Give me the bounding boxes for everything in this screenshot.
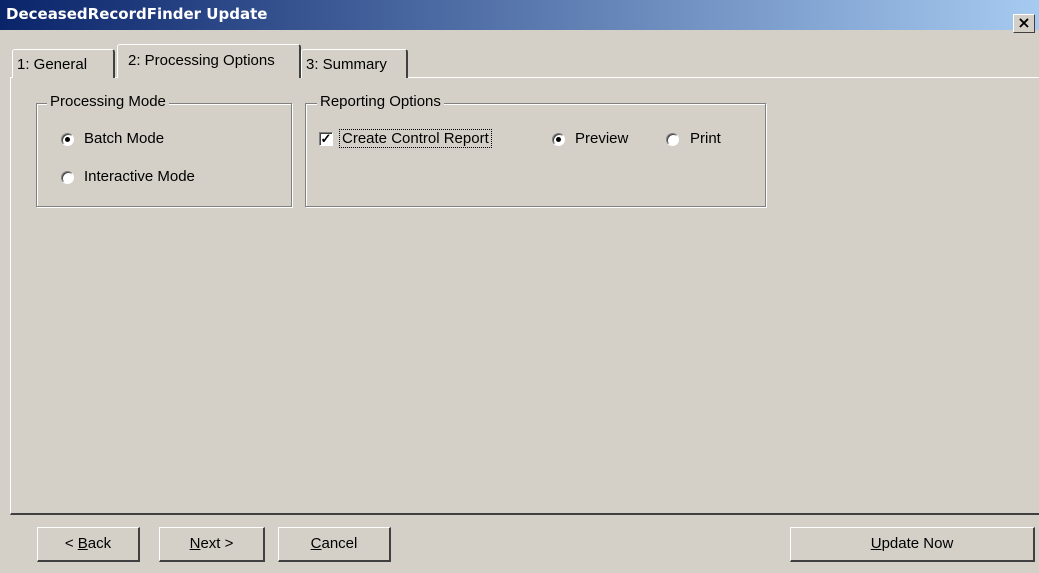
create-control-report-label: Create Control Report bbox=[339, 129, 492, 148]
reporting-options-label: Reporting Options bbox=[317, 93, 444, 110]
next-button-rest: ext > bbox=[200, 535, 234, 552]
window-title: DeceasedRecordFinder Update bbox=[6, 5, 268, 23]
radio-selected-dot bbox=[65, 137, 70, 142]
processing-mode-group bbox=[36, 103, 292, 207]
interactive-mode-radio[interactable] bbox=[61, 171, 74, 184]
tab-general-label: 1: General bbox=[17, 56, 88, 73]
next-button[interactable]: Next > bbox=[159, 527, 265, 562]
tab-processing-options-label: 2: Processing Options bbox=[128, 52, 275, 69]
interactive-mode-label: Interactive Mode bbox=[84, 168, 195, 185]
cancel-button[interactable]: Cancel bbox=[278, 527, 391, 562]
tab-summary[interactable]: 3: Summary bbox=[301, 49, 408, 78]
batch-mode-label: Batch Mode bbox=[84, 130, 165, 147]
reporting-options-group bbox=[305, 103, 766, 207]
print-label: Print bbox=[690, 130, 721, 147]
back-button-prefix: < bbox=[64, 535, 78, 552]
title-bar: DeceasedRecordFinder Update bbox=[0, 0, 1039, 30]
create-control-report-checkbox[interactable]: ✓ bbox=[319, 132, 333, 146]
next-button-accel: N bbox=[189, 535, 201, 552]
update-now-button-accel: U bbox=[870, 535, 882, 552]
tab-summary-label: 3: Summary bbox=[306, 56, 387, 73]
tab-general[interactable]: 1: General bbox=[12, 49, 115, 78]
checkmark-icon: ✓ bbox=[320, 131, 332, 146]
cancel-button-rest: ancel bbox=[321, 535, 358, 552]
preview-label: Preview bbox=[575, 130, 629, 147]
batch-mode-radio[interactable] bbox=[61, 133, 74, 146]
radio-selected-dot bbox=[556, 137, 561, 142]
close-icon: × bbox=[1017, 13, 1031, 32]
update-now-button[interactable]: Update Now bbox=[790, 527, 1035, 562]
back-button[interactable]: < Back bbox=[37, 527, 140, 562]
tab-processing-options[interactable]: 2: Processing Options bbox=[117, 44, 301, 78]
update-now-button-rest: pdate Now bbox=[881, 535, 954, 552]
close-button[interactable]: × bbox=[1013, 14, 1035, 33]
preview-radio[interactable] bbox=[552, 133, 565, 146]
print-radio[interactable] bbox=[666, 133, 679, 146]
cancel-button-accel: C bbox=[310, 535, 322, 552]
back-button-accel: B bbox=[77, 535, 88, 552]
back-button-rest: ack bbox=[87, 535, 112, 552]
processing-mode-label: Processing Mode bbox=[47, 93, 169, 110]
